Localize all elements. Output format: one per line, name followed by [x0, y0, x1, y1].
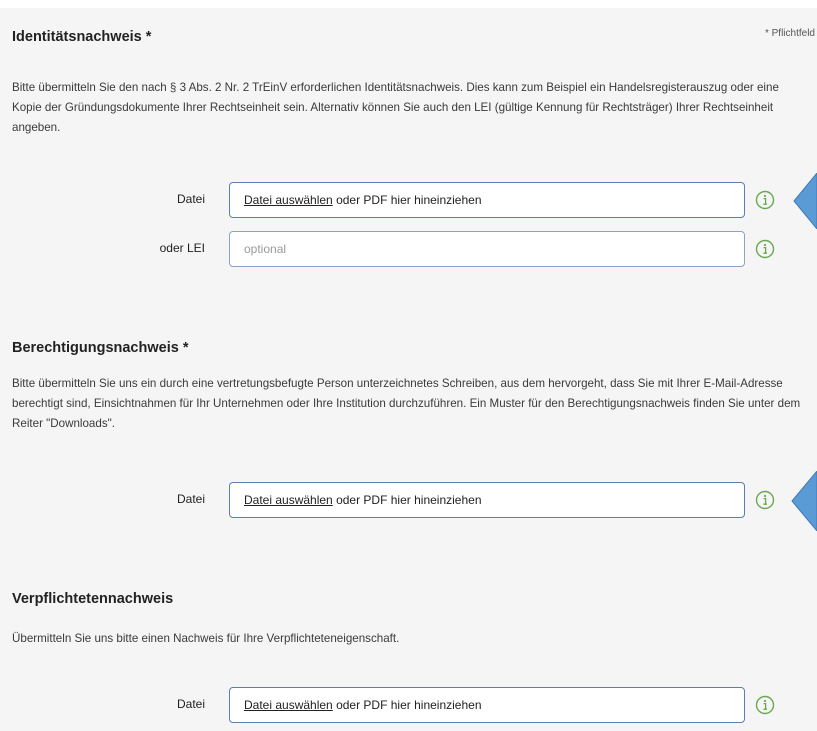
drop-hint: oder PDF hier hineinziehen [332, 698, 482, 712]
file-label: Datei [176, 697, 205, 711]
file-upload-row: Datei Datei auswählen oder PDF hier hine… [0, 482, 817, 518]
upload-form-panel: Identitätsnachweis * * Pflichtfeld Bitte… [0, 8, 817, 731]
choose-file-link[interactable]: Datei auswählen [244, 698, 333, 712]
file-dropzone[interactable]: Datei auswählen oder PDF hier hineinzieh… [229, 687, 745, 723]
section-description: Bitte übermitteln Sie uns ein durch eine… [12, 377, 801, 430]
file-label: Datei [176, 492, 205, 506]
tooltip-pointer-icon [791, 471, 817, 531]
choose-file-link[interactable]: Datei auswählen [244, 493, 333, 507]
file-dropzone[interactable]: Datei auswählen oder PDF hier hineinzieh… [229, 482, 745, 518]
drop-hint: oder PDF hier hineinziehen [332, 493, 482, 507]
info-circle-icon[interactable] [755, 490, 775, 510]
section-berechtigungsnachweis: Berechtigungsnachweis * Bitte übermittel… [0, 8, 817, 731]
info-circle-icon[interactable] [755, 695, 775, 715]
file-upload-row: Datei Datei auswählen oder PDF hier hine… [0, 687, 817, 723]
section-title: Berechtigungsnachweis * [12, 340, 189, 356]
